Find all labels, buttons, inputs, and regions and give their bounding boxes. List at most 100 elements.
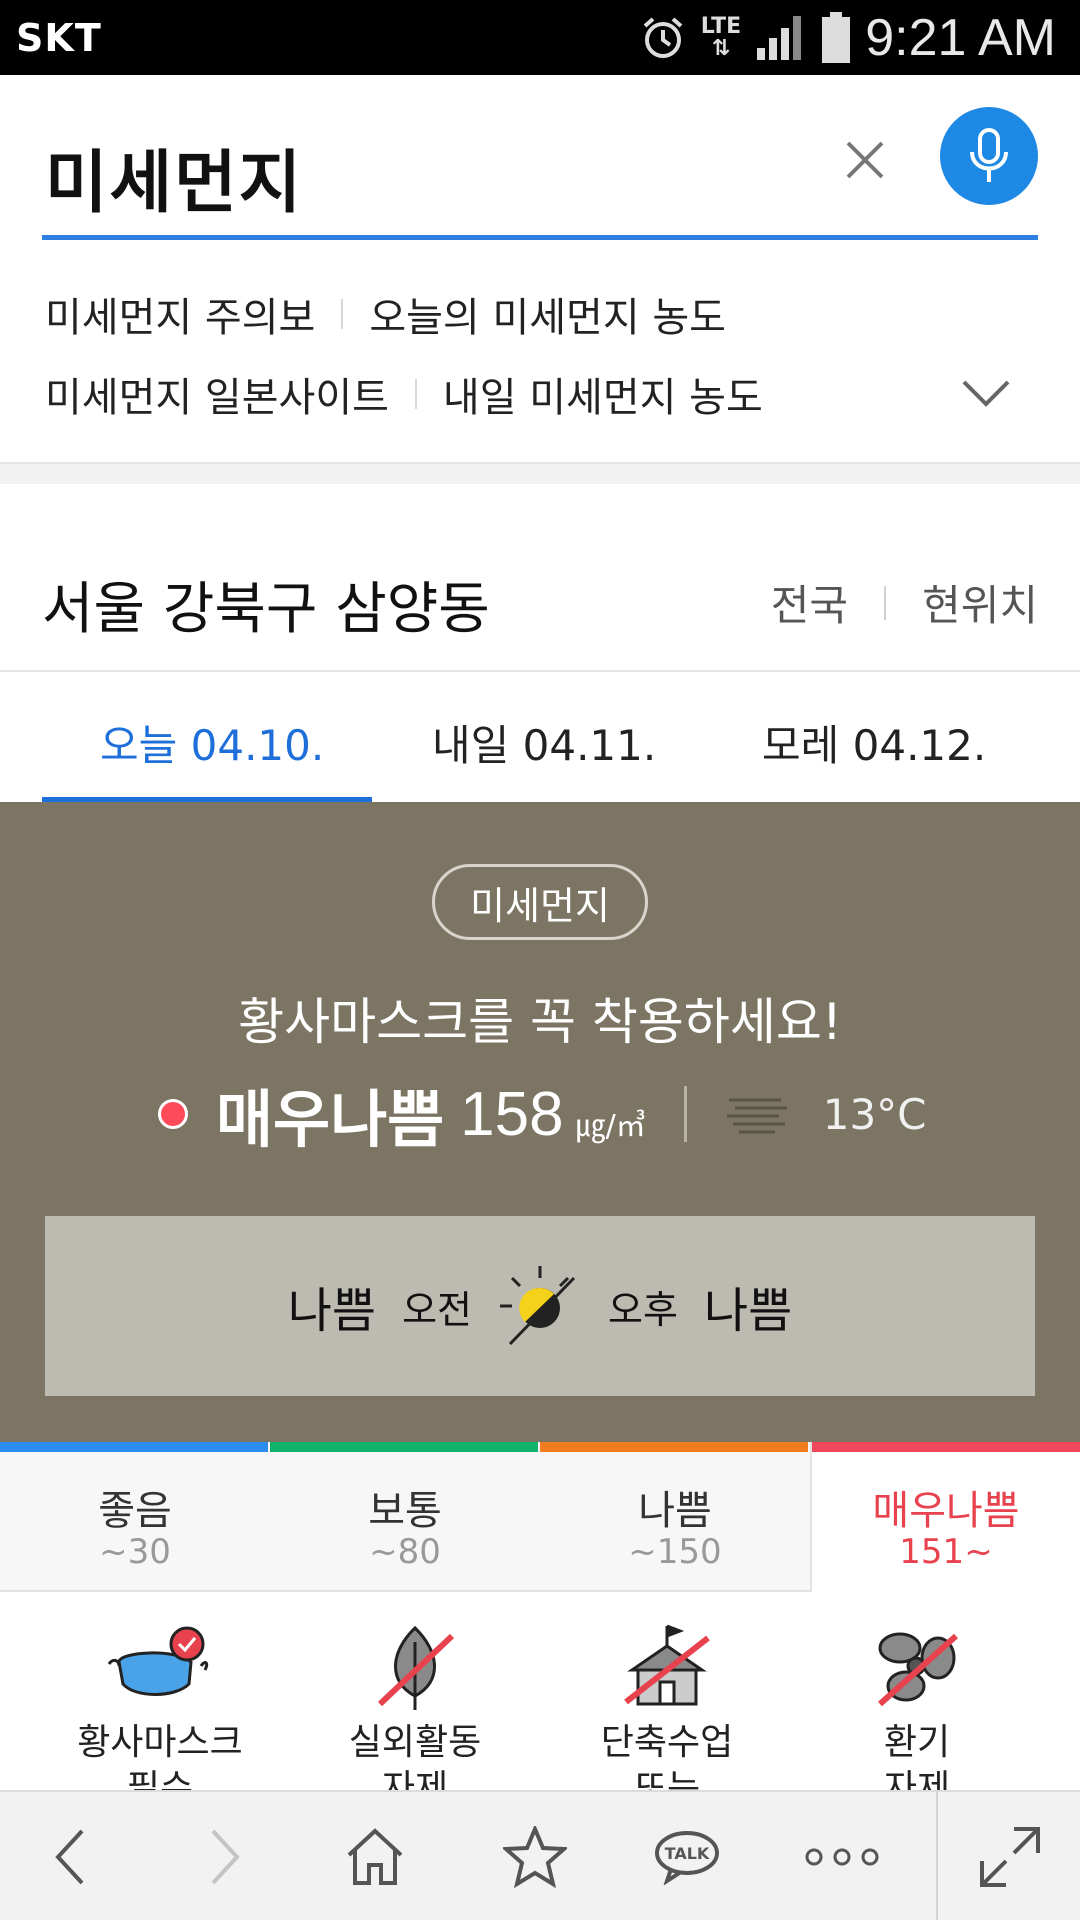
action-item: 황사마스크 필수 — [25, 1622, 295, 1790]
scale-name: 매우나쁨 — [872, 1488, 1020, 1534]
status-icons: LTE ⇅ 9:21 AM — [639, 8, 1056, 68]
action-guide: 황사마스크 필수 실외활동 자제 단축수업 또는 환기 자제 — [0, 1592, 1080, 1790]
action-item: 실외활동 자제 — [280, 1622, 550, 1790]
haze-icon — [725, 1094, 791, 1134]
scale-very-bad: 매우나쁨 151~ — [810, 1442, 1080, 1592]
unit-label: ㎍/㎥ — [575, 1109, 646, 1144]
action-label: 단축수업 또는 — [600, 1722, 734, 1790]
carrier-label: SKT — [16, 16, 102, 60]
action-label: 실외활동 자제 — [348, 1722, 482, 1790]
bookmark-button[interactable] — [495, 1822, 575, 1892]
section-divider — [0, 462, 1080, 484]
battery-icon — [821, 12, 851, 64]
location-title: 서울 강북구 삼양동 — [42, 577, 490, 642]
advice-text: 황사마스크를 꼭 착용하세요! — [238, 993, 842, 1051]
search-header: 미세먼지 — [0, 75, 1080, 240]
back-button[interactable] — [30, 1822, 110, 1892]
fan-crossed-icon — [862, 1622, 972, 1712]
voice-search-button[interactable] — [940, 107, 1038, 205]
scale-bar — [540, 1442, 808, 1452]
separator — [341, 299, 344, 329]
suggestion-row: 미세먼지 주의보 오늘의 미세먼지 농도 — [45, 285, 726, 343]
expand-suggestions-button[interactable] — [960, 372, 1012, 412]
dust-value: 158 — [460, 1079, 564, 1149]
more-icon — [805, 1848, 879, 1866]
pm-grade: 나쁨 — [703, 1283, 793, 1339]
scale-range: ~150 — [628, 1532, 722, 1572]
status-dot — [158, 1099, 188, 1129]
home-icon — [347, 1828, 403, 1885]
separator — [683, 1086, 687, 1142]
talk-icon: TALK — [655, 1831, 719, 1885]
browser-toolbar: TALK — [0, 1790, 1080, 1920]
tab-today[interactable]: 오늘 04.10. — [100, 712, 324, 773]
suggestion-row: 미세먼지 일본사이트 내일 미세먼지 농도 — [45, 365, 763, 423]
expand-icon — [980, 1827, 1040, 1887]
scale-name: 나쁨 — [638, 1488, 712, 1534]
star-icon — [503, 1826, 567, 1888]
scale-range: ~30 — [99, 1532, 171, 1572]
grade-text: 매우나쁨 — [216, 1083, 445, 1156]
dust-scale: 좋음 ~30 보통 ~80 나쁨 ~150 매우나쁨 151~ — [0, 1442, 1080, 1592]
clear-button[interactable] — [840, 135, 890, 185]
date-tabs: 오늘 04.10. 내일 04.11. 모레 04.12. — [0, 672, 1080, 802]
forward-arrow-icon — [211, 1829, 240, 1885]
toolbar-separator — [936, 1792, 938, 1920]
related-searches: 미세먼지 주의보 오늘의 미세먼지 농도 미세먼지 일본사이트 내일 미세먼지 … — [0, 240, 1080, 462]
suggestion-link[interactable]: 미세먼지 주의보 — [45, 285, 315, 343]
search-input[interactable]: 미세먼지 — [45, 127, 303, 226]
tab-day-after[interactable]: 모레 04.12. — [762, 712, 986, 773]
temperature: 13°C — [822, 1089, 927, 1139]
half-sun-icon — [498, 1264, 582, 1348]
dust-panel: 미세먼지 황사마스크를 꼭 착용하세요! 매우나쁨 158 ㎍/㎥ 13°C 나… — [0, 802, 1080, 1442]
scale-range: 151~ — [899, 1532, 993, 1572]
pollutant-toggle[interactable]: 미세먼지 — [432, 864, 648, 940]
action-item: 단축수업 또는 — [532, 1622, 802, 1790]
status-bar: SKT LTE ⇅ 9:21 AM — [0, 0, 1080, 75]
close-icon — [846, 141, 884, 179]
microphone-icon — [970, 128, 1008, 182]
scale-name: 보통 — [368, 1488, 442, 1534]
more-button[interactable] — [802, 1822, 882, 1892]
location-header: 서울 강북구 삼양동 전국 현위치 — [0, 484, 1080, 672]
am-label: 오전 — [402, 1287, 472, 1332]
svg-text:TALK: TALK — [665, 1844, 710, 1863]
chevron-down-icon — [962, 380, 1010, 407]
am-pm-forecast: 나쁨 오전 오후 나쁨 — [45, 1216, 1035, 1396]
kakaotalk-share-button[interactable]: TALK — [647, 1822, 727, 1892]
scale-name: 좋음 — [98, 1488, 172, 1534]
mask-icon — [105, 1622, 215, 1712]
suggestion-link[interactable]: 미세먼지 일본사이트 — [45, 365, 389, 423]
dust-reading: 매우나쁨 158 ㎍/㎥ 13°C — [158, 1074, 927, 1156]
scale-normal: 보통 ~80 — [270, 1442, 540, 1592]
separator — [414, 379, 417, 409]
action-label: 황사마스크 필수 — [77, 1722, 243, 1790]
tab-tomorrow[interactable]: 내일 04.11. — [432, 712, 656, 773]
clock: 9:21 AM — [865, 9, 1056, 67]
back-arrow-icon — [55, 1829, 84, 1885]
lte-icon: LTE ⇅ — [700, 14, 742, 61]
home-button[interactable] — [335, 1822, 415, 1892]
signal-icon — [755, 14, 807, 62]
leaf-crossed-icon — [360, 1622, 470, 1712]
am-grade: 나쁨 — [287, 1283, 377, 1339]
scale-bar — [270, 1442, 538, 1452]
action-label: 환기 자제 — [883, 1722, 951, 1790]
scale-range: ~80 — [369, 1532, 441, 1572]
pm-label: 오후 — [608, 1287, 678, 1332]
forward-button[interactable] — [185, 1822, 265, 1892]
alarm-icon — [639, 14, 687, 62]
action-item: 환기 자제 — [782, 1622, 1052, 1790]
current-location-link[interactable]: 현위치 — [922, 572, 1038, 633]
suggestion-link[interactable]: 오늘의 미세먼지 농도 — [369, 285, 726, 343]
scale-good: 좋음 ~30 — [0, 1442, 270, 1592]
scale-bar — [0, 1442, 268, 1452]
school-crossed-icon — [612, 1622, 722, 1712]
scale-bar — [812, 1442, 1080, 1452]
suggestion-link[interactable]: 내일 미세먼지 농도 — [443, 365, 763, 423]
fullscreen-button[interactable] — [970, 1822, 1050, 1892]
separator — [884, 585, 887, 620]
location-links: 전국 현위치 — [771, 572, 1038, 633]
scale-bad: 나쁨 ~150 — [540, 1442, 810, 1592]
national-link[interactable]: 전국 — [771, 572, 848, 633]
